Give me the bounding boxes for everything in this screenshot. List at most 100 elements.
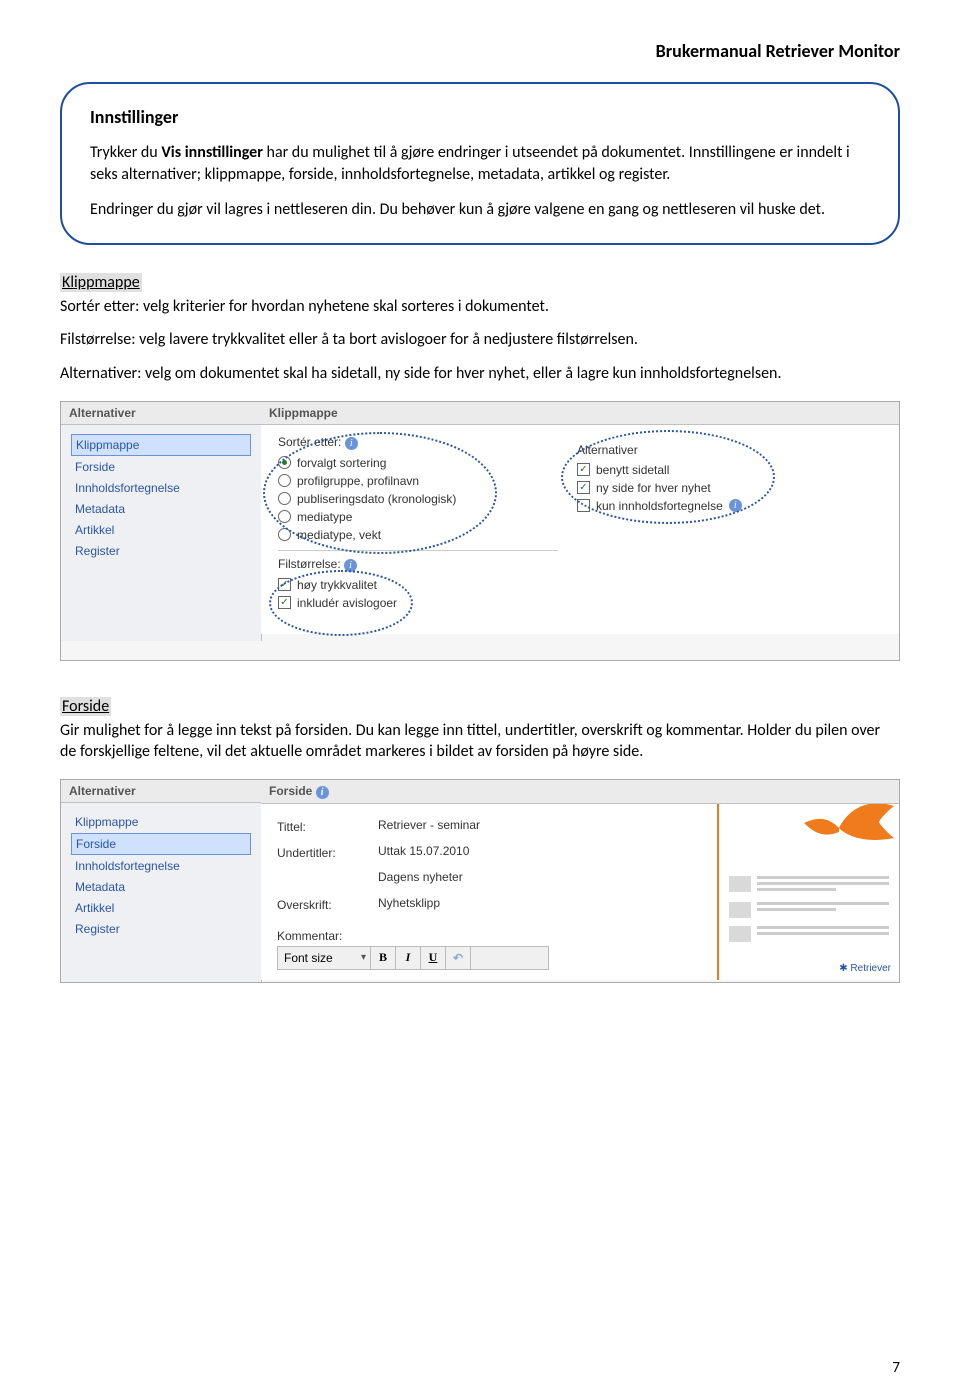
panel1-sidebar: Alternativer Klippmappe Forside Innholds…: [61, 402, 262, 641]
label-overskrift: Overskrift:: [277, 898, 362, 912]
klippmappe-line-2: Filstørrelse: velg lavere trykkvalitet e…: [60, 329, 900, 351]
sort-label: Sortér etter:: [278, 435, 341, 449]
label-undertitler: Undertitler:: [277, 846, 362, 860]
callout-heading: Innstillinger: [90, 106, 870, 128]
radio-icon: [278, 492, 291, 505]
radio-label: mediatype, vekt: [297, 528, 381, 542]
radio-icon: [278, 510, 291, 523]
radio-label: forvalgt sortering: [297, 456, 386, 470]
radio-label: mediatype: [297, 510, 352, 524]
input-overskrift[interactable]: Nyhetsklipp: [374, 895, 632, 915]
klippmappe-line-1: Sortér etter: velg kriterier for hvordan…: [60, 296, 900, 318]
checkbox-icon: [577, 463, 590, 476]
check-label: kun innholdsfortegnelse: [596, 499, 723, 513]
panel1-sidebar-header: Alternativer: [61, 402, 261, 425]
editor-toolbar: Font size B I U ↶: [277, 946, 549, 970]
radio-mediatype[interactable]: mediatype: [278, 508, 558, 526]
italic-button[interactable]: I: [396, 947, 421, 969]
row-undertitler-1: Undertitler: Uttak 15.07.2010: [277, 840, 699, 866]
brand-text: Retriever: [850, 963, 891, 974]
sidebar-item-metadata[interactable]: Metadata: [71, 499, 251, 519]
panel1-main: Klippmappe Sortér etter: i forvalgt sort…: [261, 402, 899, 634]
input-undertitler-2[interactable]: Dagens nyheter: [374, 869, 632, 889]
check-hoy-trykkvalitet[interactable]: høy trykkvalitet: [278, 576, 558, 594]
bold-button[interactable]: B: [371, 947, 396, 969]
sidebar-item-forside[interactable]: Forside: [71, 457, 251, 477]
preview-item: [729, 926, 889, 942]
callout-paragraph-2: Endringer du gjør vil lagres i nettleser…: [90, 199, 870, 221]
checkbox-icon: [577, 499, 590, 512]
row-undertitler-2: Dagens nyheter: [277, 866, 699, 892]
sort-group: Sortér etter: i forvalgt sortering profi…: [262, 425, 574, 622]
klippmappe-line-3: Alternativer: velg om dokumentet skal ha…: [60, 363, 900, 385]
radio-icon: [278, 528, 291, 541]
alternativer-group: Alternativer benytt sidetall ny side for…: [561, 425, 899, 525]
sidebar-item-metadata[interactable]: Metadata: [71, 877, 251, 897]
section-label-forside: Forside: [60, 697, 111, 716]
info-icon[interactable]: i: [345, 437, 358, 450]
sidebar-item-innholdsfortegnelse[interactable]: Innholdsfortegnelse: [71, 478, 251, 498]
radio-profilgruppe[interactable]: profilgruppe, profilnavn: [278, 472, 558, 490]
forside-text: Gir mulighet for å legge inn tekst på fo…: [60, 720, 900, 763]
callout-paragraph-1: Trykker du Vis innstillinger har du muli…: [90, 142, 870, 185]
info-icon[interactable]: i: [344, 559, 357, 572]
row-overskrift: Overskrift: Nyhetsklipp: [277, 892, 699, 918]
page-header-title: Brukermanual Retriever Monitor: [60, 40, 900, 62]
filstorrelse-label: Filstørrelse:: [278, 557, 341, 571]
radio-label: profilgruppe, profilnavn: [297, 474, 419, 488]
undo-button[interactable]: ↶: [446, 947, 471, 969]
check-label: inkludér avislogoer: [297, 596, 397, 610]
check-kun-innholdsfortegnelse[interactable]: kun innholdsfortegnelse i: [577, 497, 883, 515]
input-undertitler-1[interactable]: Uttak 15.07.2010: [374, 843, 632, 863]
row-tittel: Tittel: Retriever - seminar: [277, 814, 699, 840]
preview-item: [729, 876, 889, 894]
sidebar-item-register[interactable]: Register: [71, 919, 251, 939]
row-kommentar-label: Kommentar:: [277, 926, 699, 946]
preview-list: [729, 876, 889, 950]
retriever-fish-icon: [799, 804, 899, 858]
sidebar-item-artikkel[interactable]: Artikkel: [71, 898, 251, 918]
checkbox-icon: [577, 481, 590, 494]
checkbox-icon: [278, 578, 291, 591]
preview-item: [729, 902, 889, 918]
callout-innstillinger: Innstillinger Trykker du Vis innstilling…: [60, 82, 900, 245]
font-size-select[interactable]: Font size: [278, 947, 371, 969]
sidebar-item-innholdsfortegnelse[interactable]: Innholdsfortegnelse: [71, 856, 251, 876]
sidebar-item-forside[interactable]: Forside: [71, 833, 251, 855]
panel2-sidebar: Alternativer Klippmappe Forside Innholds…: [61, 780, 262, 983]
checkbox-icon: [278, 596, 291, 609]
check-label: høy trykkvalitet: [297, 578, 377, 592]
radio-forvalgt[interactable]: forvalgt sortering: [278, 454, 558, 472]
info-icon[interactable]: i: [316, 786, 329, 799]
check-ny-side-hver-nyhet[interactable]: ny side for hver nyhet: [577, 479, 883, 497]
check-label: benytt sidetall: [596, 463, 669, 477]
check-benytt-sidetall[interactable]: benytt sidetall: [577, 461, 883, 479]
preview-footer-brand: ✱ Retriever: [839, 963, 891, 974]
sidebar-item-register[interactable]: Register: [71, 541, 251, 561]
panel2-main-header: Forside: [269, 784, 312, 798]
label-tittel: Tittel:: [277, 820, 362, 834]
underline-button[interactable]: U: [421, 947, 446, 969]
check-label: ny side for hver nyhet: [596, 481, 711, 495]
alternativer-label: Alternativer: [577, 443, 883, 457]
info-icon[interactable]: i: [729, 499, 742, 512]
radio-mediatype-vekt[interactable]: mediatype, vekt: [278, 526, 558, 544]
label-kommentar: Kommentar:: [277, 929, 362, 943]
radio-icon: [278, 474, 291, 487]
section-label-klippmappe: Klippmappe: [60, 273, 142, 292]
radio-icon: [278, 456, 291, 469]
check-inkluder-avislogoer[interactable]: inkludér avislogoer: [278, 594, 558, 612]
panel1-main-header: Klippmappe: [261, 402, 899, 425]
text: Trykker du: [90, 143, 161, 162]
sidebar-item-klippmappe[interactable]: Klippmappe: [71, 812, 251, 832]
screenshot-panel-forside: Alternativer Klippmappe Forside Innholds…: [60, 779, 900, 983]
input-tittel[interactable]: Retriever - seminar: [374, 817, 632, 837]
panel2-sidebar-header: Alternativer: [61, 780, 261, 803]
panel2-main: Forside i Tittel: Retriever - seminar Un…: [261, 780, 899, 980]
forside-preview: ✱ Retriever: [717, 804, 899, 980]
sidebar-item-artikkel[interactable]: Artikkel: [71, 520, 251, 540]
text-bold: Vis innstillinger: [161, 143, 263, 162]
radio-label: publiseringsdato (kronologisk): [297, 492, 456, 506]
sidebar-item-klippmappe[interactable]: Klippmappe: [71, 434, 251, 456]
radio-publiseringsdato[interactable]: publiseringsdato (kronologisk): [278, 490, 558, 508]
